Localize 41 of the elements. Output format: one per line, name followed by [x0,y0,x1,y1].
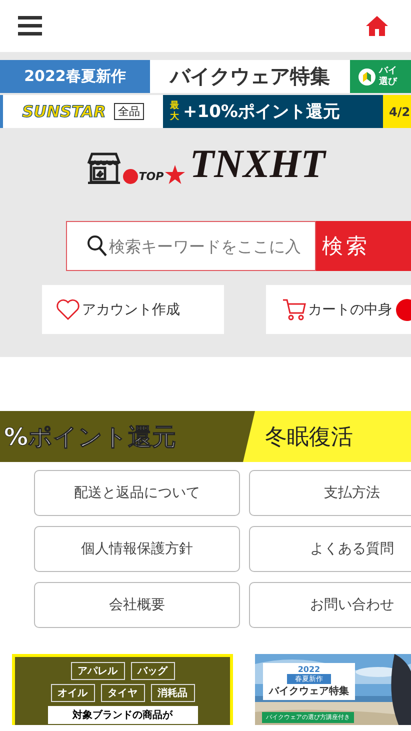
category-tag: タイヤ [100,684,144,702]
leaf-icon [358,68,376,86]
search-input[interactable]: 検索キーワードをここに入 [109,222,315,270]
brand-logo: SUNSTAR [22,102,106,121]
shop-icon [86,152,122,184]
account-button[interactable]: アカウント作成 [42,285,224,334]
category-tag: 消耗品 [150,684,194,702]
home-icon[interactable] [365,15,389,37]
banner-badge: 2022春夏新作 [0,60,150,93]
search-button[interactable]: 検索 [316,221,411,271]
logo-text: TOP [138,170,164,183]
search-field[interactable]: 検索キーワードをここに入 [66,221,316,271]
promo-card[interactable]: アパレル バッグ オイル タイヤ 消耗品 対象ブランドの商品が [12,654,233,725]
search-icon [87,235,107,257]
dot-icon [122,169,138,184]
cart-icon [282,298,306,321]
card-text: 対象ブランドの商品が [48,706,198,724]
banner-title: %ポイント還元 [0,411,255,462]
banner-date: 4/2 [383,95,411,128]
link-button[interactable]: 配送と返品について [34,470,240,516]
banner-title: +10%ポイント還元 [183,101,341,124]
banner-tag: 冬眠復活 [243,411,411,462]
link-button[interactable]: 会社概要 [34,582,240,628]
banner-title: バイクウェア特集 [150,60,350,93]
banner-badge: 全品 [114,103,144,120]
category-tag: アパレル [70,662,124,680]
category-tag: オイル [50,684,94,702]
banner-text: バイ 選び [379,66,397,88]
star-icon [164,165,185,184]
link-button[interactable]: 支払方法 [249,470,411,516]
link-button[interactable]: よくある質問 [249,526,411,572]
link-button[interactable]: 個人情報保護方針 [34,526,240,572]
cart-button[interactable]: カートの中身 [266,285,411,334]
banner-text: 最大 [168,100,180,124]
heart-icon [56,299,80,320]
menu-icon[interactable] [18,16,42,36]
link-button[interactable]: お問い合わせ [249,582,411,628]
card-year: 2022 [298,665,320,674]
category-tag: バッグ [130,662,174,680]
card-title: バイクウェア特集 [269,684,349,698]
logo-text: TNXHT [190,144,326,184]
